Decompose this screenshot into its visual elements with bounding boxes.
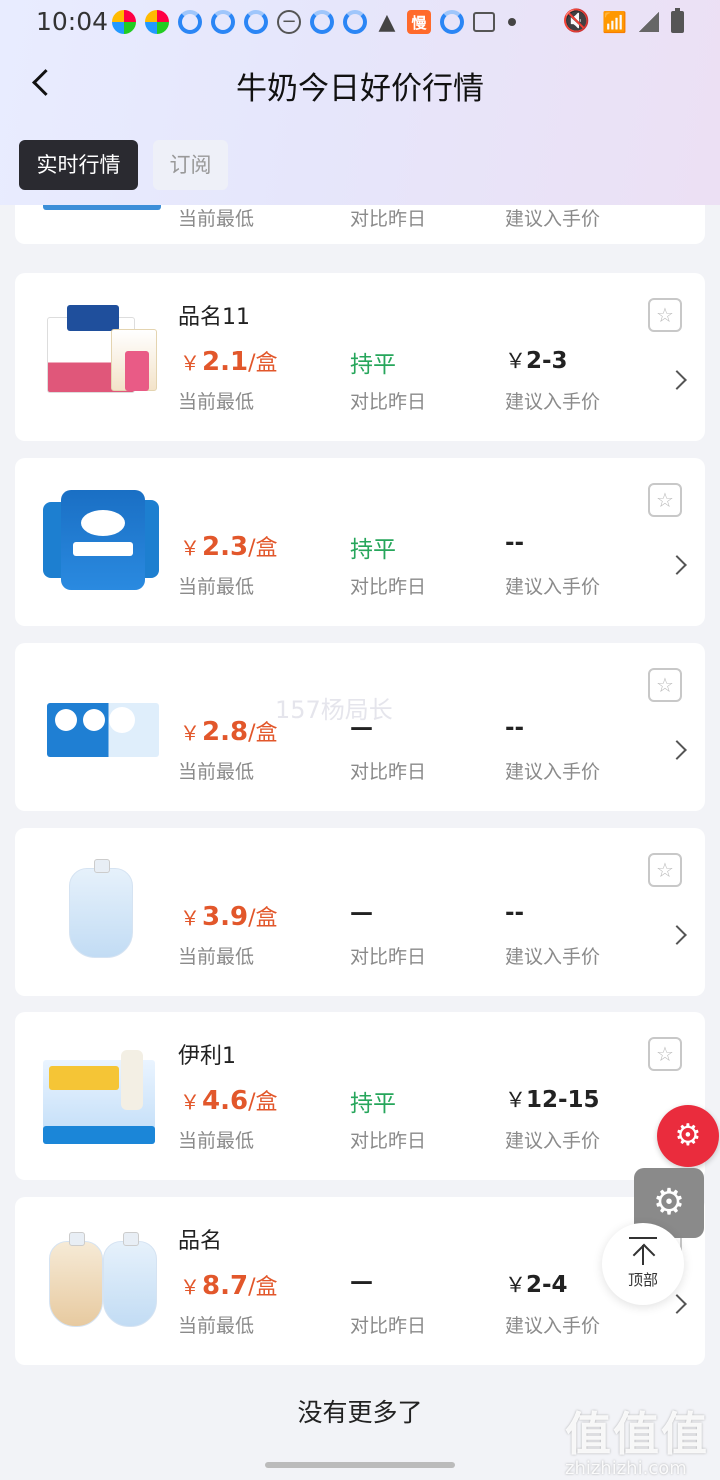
favorite-star-icon[interactable]: ☆	[648, 853, 682, 887]
vs-yesterday-label: 对比昨日	[350, 391, 427, 413]
product-image	[43, 1038, 163, 1148]
chevron-right-icon[interactable]	[667, 1294, 687, 1314]
product-name: 品名	[178, 1229, 223, 1254]
trend-value: 持平	[350, 1091, 396, 1117]
suggest-price: ￥2-3	[505, 348, 568, 374]
back-to-top-label: 顶部	[627, 1271, 658, 1289]
trend-value: 持平	[350, 537, 396, 563]
app-notification-icon	[145, 10, 169, 34]
product-image	[43, 854, 163, 964]
tab-subscribe[interactable]: 订阅	[153, 140, 228, 190]
favorite-star-icon[interactable]: ☆	[648, 298, 682, 332]
suggest-price-label: 建议入手价	[505, 1315, 601, 1337]
system-icons: 🔇 📶	[562, 7, 684, 34]
current-low-label: 当前最低	[178, 208, 255, 230]
browser-notification-icon	[310, 10, 334, 34]
wifi-icon: 📶	[602, 9, 627, 34]
settings-gear-button[interactable]: ⚙	[657, 1105, 719, 1167]
do-not-disturb-icon: −	[277, 10, 301, 34]
user-watermark: 157杨局长	[275, 696, 393, 724]
page-title: 牛奶今日好价行情	[236, 71, 484, 107]
current-low-price: ￥4.6/盒	[180, 1086, 278, 1116]
suggest-price: --	[505, 715, 525, 741]
image-icon	[473, 12, 495, 32]
notification-icons: − ▲ 慢	[112, 8, 516, 36]
signal-icon	[639, 11, 659, 32]
vs-yesterday-label: 对比昨日	[350, 1130, 427, 1152]
chevron-right-icon[interactable]	[667, 555, 687, 575]
browser-notification-icon	[244, 10, 268, 34]
current-low-label: 当前最低	[178, 1130, 255, 1152]
vs-yesterday-label: 对比昨日	[350, 576, 427, 598]
trend-value: 持平	[350, 352, 396, 378]
suggest-price: ￥2-4	[505, 1272, 568, 1298]
chevron-right-icon[interactable]	[667, 370, 687, 390]
suggest-price-label: 建议入手价	[505, 576, 601, 598]
current-low-label: 当前最低	[178, 946, 255, 968]
vs-yesterday-label: 对比昨日	[350, 946, 427, 968]
current-low-label: 当前最低	[178, 1315, 255, 1337]
suggest-price: --	[505, 530, 525, 556]
tab-realtime[interactable]: 实时行情	[19, 140, 138, 190]
suggest-price: --	[505, 900, 525, 926]
vs-yesterday-label: 对比昨日	[350, 761, 427, 783]
favorite-star-icon[interactable]: ☆	[648, 1037, 682, 1071]
suggest-price-label: 建议入手价	[505, 946, 601, 968]
app-notification-icon	[112, 10, 136, 34]
battery-icon	[671, 7, 684, 33]
man-app-icon: 慢	[407, 10, 431, 34]
suggest-price-label: 建议入手价	[505, 391, 601, 413]
current-low-price: ￥3.9/盒	[180, 902, 278, 932]
browser-notification-icon	[211, 10, 235, 34]
suggest-price-label: 建议入手价	[505, 208, 601, 230]
warning-icon: ▲	[378, 9, 396, 35]
suggest-price-label: 建议入手价	[505, 761, 601, 783]
suggest-price: ￥12-15	[505, 1087, 600, 1113]
chevron-right-icon[interactable]	[667, 925, 687, 945]
list-item[interactable]: 伊利1 ￥4.6/盒 持平 ￥12-15 当前最低 对比昨日 建议入手价 ☆	[15, 1012, 705, 1180]
trend-value: —	[350, 900, 373, 926]
more-dot-icon	[508, 18, 516, 26]
status-time: 10:04	[36, 7, 109, 36]
current-low-price: ￥8.7/盒	[180, 1271, 278, 1301]
current-low-price: ￥2.1/盒	[180, 347, 278, 377]
list-item[interactable]: ￥2.3/盒 持平 -- 当前最低 对比昨日 建议入手价 ☆	[15, 458, 705, 626]
browser-notification-icon	[343, 10, 367, 34]
product-name: 品名11	[178, 305, 250, 330]
list-item[interactable]: 品名11 ￥2.1/盒 持平 ￥2-3 当前最低 对比昨日 建议入手价 ☆	[15, 273, 705, 441]
list-item[interactable]: ￥2.8/盒 — -- 当前最低 对比昨日 建议入手价 ☆	[15, 643, 705, 811]
status-bar: 10:04 − ▲ 慢 🔇 📶	[0, 0, 720, 44]
back-to-top-button[interactable]: 顶部	[602, 1223, 684, 1305]
current-low-price: ￥2.8/盒	[180, 717, 278, 747]
suggest-price-label: 建议入手价	[505, 1130, 601, 1152]
current-low-price: ￥2.3/盒	[180, 532, 278, 562]
site-watermark: 值值值 zhizhizhi.com	[565, 1407, 709, 1479]
product-image	[43, 484, 163, 594]
browser-notification-icon	[178, 10, 202, 34]
product-image	[43, 299, 163, 409]
product-image	[43, 1223, 163, 1333]
trend-value: —	[350, 1269, 373, 1295]
favorite-star-icon[interactable]: ☆	[648, 483, 682, 517]
current-low-label: 当前最低	[178, 761, 255, 783]
vs-yesterday-label: 对比昨日	[350, 208, 427, 230]
product-name: 伊利1	[178, 1044, 236, 1069]
chevron-right-icon[interactable]	[667, 740, 687, 760]
browser-notification-icon	[440, 10, 464, 34]
product-image	[43, 669, 163, 779]
vs-yesterday-label: 对比昨日	[350, 1315, 427, 1337]
home-indicator[interactable]	[265, 1462, 455, 1468]
favorite-star-icon[interactable]: ☆	[648, 668, 682, 702]
current-low-label: 当前最低	[178, 576, 255, 598]
mute-icon: 🔇	[562, 9, 591, 34]
current-low-label: 当前最低	[178, 391, 255, 413]
list-item[interactable]: ￥3.9/盒 — -- 当前最低 对比昨日 建议入手价 ☆	[15, 828, 705, 996]
header: 10:04 − ▲ 慢 🔇 📶 牛奶今日好价行情 实时行情 订阅	[0, 0, 720, 205]
